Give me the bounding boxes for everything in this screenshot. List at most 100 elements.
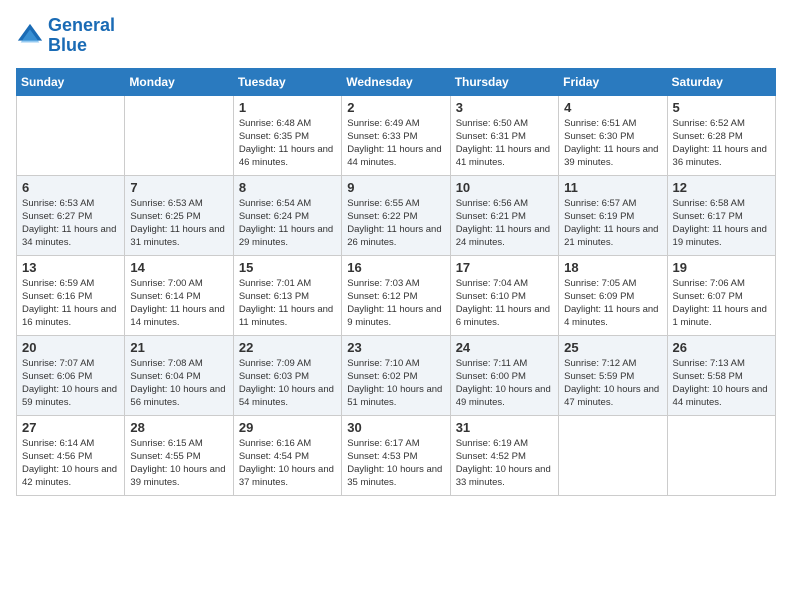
calendar-cell: 7Sunrise: 6:53 AM Sunset: 6:25 PM Daylig… <box>125 175 233 255</box>
calendar-cell <box>17 95 125 175</box>
day-number: 3 <box>456 100 553 115</box>
day-number: 27 <box>22 420 119 435</box>
day-info: Sunrise: 6:55 AM Sunset: 6:22 PM Dayligh… <box>347 197 444 250</box>
day-info: Sunrise: 7:08 AM Sunset: 6:04 PM Dayligh… <box>130 357 227 410</box>
calendar-week-row: 1 Sunrise: 6:48 AM Sunset: 6:35 PM Daylig… <box>17 95 776 175</box>
day-info: Sunrise: 6:53 AM Sunset: 6:27 PM Dayligh… <box>22 197 119 250</box>
calendar-cell: 21 Sunrise: 7:08 AM Sunset: 6:04 PM Dayli… <box>125 335 233 415</box>
day-number: 21 <box>130 340 227 355</box>
day-number: 29 <box>239 420 336 435</box>
calendar-cell: 5 Sunrise: 6:52 AM Sunset: 6:28 PM Daylig… <box>667 95 775 175</box>
weekday-header: Sunday <box>17 68 125 95</box>
calendar-cell: 30Sunrise: 6:17 AM Sunset: 4:53 PM Dayli… <box>342 415 450 495</box>
calendar-cell: 22 Sunrise: 7:09 AM Sunset: 6:03 PM Dayli… <box>233 335 341 415</box>
calendar-cell <box>667 415 775 495</box>
day-info: Sunrise: 7:00 AM Sunset: 6:14 PM Dayligh… <box>130 277 227 330</box>
calendar-cell: 27 Sunrise: 6:14 AM Sunset: 4:56 PM Dayli… <box>17 415 125 495</box>
day-number: 13 <box>22 260 119 275</box>
day-number: 23 <box>347 340 444 355</box>
day-number: 24 <box>456 340 553 355</box>
calendar-cell: 19 Sunrise: 7:06 AM Sunset: 6:07 PM Dayli… <box>667 255 775 335</box>
day-info: Sunrise: 7:10 AM Sunset: 6:02 PM Dayligh… <box>347 357 444 410</box>
calendar-cell: 29Sunrise: 6:16 AM Sunset: 4:54 PM Dayli… <box>233 415 341 495</box>
calendar-cell: 18 Sunrise: 7:05 AM Sunset: 6:09 PM Dayli… <box>559 255 667 335</box>
calendar-cell <box>559 415 667 495</box>
weekday-header: Monday <box>125 68 233 95</box>
day-number: 31 <box>456 420 553 435</box>
day-number: 1 <box>239 100 336 115</box>
day-number: 11 <box>564 180 661 195</box>
day-number: 7 <box>130 180 227 195</box>
day-number: 12 <box>673 180 770 195</box>
day-info: Sunrise: 6:15 AM Sunset: 4:55 PM Dayligh… <box>130 437 227 490</box>
calendar-cell <box>125 95 233 175</box>
calendar-cell: 20Sunrise: 7:07 AM Sunset: 6:06 PM Dayli… <box>17 335 125 415</box>
calendar-cell: 13 Sunrise: 6:59 AM Sunset: 6:16 PM Dayli… <box>17 255 125 335</box>
day-number: 22 <box>239 340 336 355</box>
day-number: 8 <box>239 180 336 195</box>
day-info: Sunrise: 6:14 AM Sunset: 4:56 PM Dayligh… <box>22 437 119 490</box>
logo-text: General Blue <box>48 16 115 56</box>
day-number: 19 <box>673 260 770 275</box>
calendar-week-row: 27 Sunrise: 6:14 AM Sunset: 4:56 PM Dayli… <box>17 415 776 495</box>
day-info: Sunrise: 6:19 AM Sunset: 4:52 PM Dayligh… <box>456 437 553 490</box>
day-number: 16 <box>347 260 444 275</box>
calendar-week-row: 6 Sunrise: 6:53 AM Sunset: 6:27 PM Daylig… <box>17 175 776 255</box>
day-number: 5 <box>673 100 770 115</box>
day-number: 18 <box>564 260 661 275</box>
day-number: 9 <box>347 180 444 195</box>
day-info: Sunrise: 7:05 AM Sunset: 6:09 PM Dayligh… <box>564 277 661 330</box>
calendar-cell: 4 Sunrise: 6:51 AM Sunset: 6:30 PM Daylig… <box>559 95 667 175</box>
calendar-week-row: 13 Sunrise: 6:59 AM Sunset: 6:16 PM Dayli… <box>17 255 776 335</box>
calendar-week-row: 20Sunrise: 7:07 AM Sunset: 6:06 PM Dayli… <box>17 335 776 415</box>
day-info: Sunrise: 7:04 AM Sunset: 6:10 PM Dayligh… <box>456 277 553 330</box>
calendar-cell: 28 Sunrise: 6:15 AM Sunset: 4:55 PM Dayli… <box>125 415 233 495</box>
day-info: Sunrise: 7:06 AM Sunset: 6:07 PM Dayligh… <box>673 277 770 330</box>
calendar-cell: 3Sunrise: 6:50 AM Sunset: 6:31 PM Daylig… <box>450 95 558 175</box>
calendar-table: SundayMondayTuesdayWednesdayThursdayFrid… <box>16 68 776 496</box>
weekday-header: Thursday <box>450 68 558 95</box>
day-info: Sunrise: 6:57 AM Sunset: 6:19 PM Dayligh… <box>564 197 661 250</box>
calendar-cell: 26 Sunrise: 7:13 AM Sunset: 5:58 PM Dayli… <box>667 335 775 415</box>
day-info: Sunrise: 6:49 AM Sunset: 6:33 PM Dayligh… <box>347 117 444 170</box>
calendar-cell: 6 Sunrise: 6:53 AM Sunset: 6:27 PM Daylig… <box>17 175 125 255</box>
calendar-cell: 17Sunrise: 7:04 AM Sunset: 6:10 PM Dayli… <box>450 255 558 335</box>
day-info: Sunrise: 7:09 AM Sunset: 6:03 PM Dayligh… <box>239 357 336 410</box>
day-number: 6 <box>22 180 119 195</box>
day-info: Sunrise: 6:48 AM Sunset: 6:35 PM Dayligh… <box>239 117 336 170</box>
calendar-cell: 25Sunrise: 7:12 AM Sunset: 5:59 PM Dayli… <box>559 335 667 415</box>
logo: General Blue <box>16 16 115 56</box>
day-number: 28 <box>130 420 227 435</box>
weekday-header: Saturday <box>667 68 775 95</box>
weekday-header-row: SundayMondayTuesdayWednesdayThursdayFrid… <box>17 68 776 95</box>
calendar-cell: 9 Sunrise: 6:55 AM Sunset: 6:22 PM Daylig… <box>342 175 450 255</box>
day-number: 14 <box>130 260 227 275</box>
day-info: Sunrise: 6:58 AM Sunset: 6:17 PM Dayligh… <box>673 197 770 250</box>
day-info: Sunrise: 6:51 AM Sunset: 6:30 PM Dayligh… <box>564 117 661 170</box>
calendar-cell: 16Sunrise: 7:03 AM Sunset: 6:12 PM Dayli… <box>342 255 450 335</box>
page-header: General Blue <box>16 16 776 56</box>
calendar-cell: 2Sunrise: 6:49 AM Sunset: 6:33 PM Daylig… <box>342 95 450 175</box>
logo-icon <box>16 22 44 50</box>
weekday-header: Friday <box>559 68 667 95</box>
day-number: 20 <box>22 340 119 355</box>
calendar-cell: 15 Sunrise: 7:01 AM Sunset: 6:13 PM Dayli… <box>233 255 341 335</box>
day-info: Sunrise: 6:54 AM Sunset: 6:24 PM Dayligh… <box>239 197 336 250</box>
calendar-cell: 12 Sunrise: 6:58 AM Sunset: 6:17 PM Dayli… <box>667 175 775 255</box>
day-number: 4 <box>564 100 661 115</box>
calendar-cell: 31 Sunrise: 6:19 AM Sunset: 4:52 PM Dayli… <box>450 415 558 495</box>
calendar-cell: 23 Sunrise: 7:10 AM Sunset: 6:02 PM Dayli… <box>342 335 450 415</box>
day-number: 30 <box>347 420 444 435</box>
day-number: 26 <box>673 340 770 355</box>
day-info: Sunrise: 6:52 AM Sunset: 6:28 PM Dayligh… <box>673 117 770 170</box>
day-number: 15 <box>239 260 336 275</box>
calendar-cell: 24 Sunrise: 7:11 AM Sunset: 6:00 PM Dayli… <box>450 335 558 415</box>
weekday-header: Tuesday <box>233 68 341 95</box>
day-info: Sunrise: 7:13 AM Sunset: 5:58 PM Dayligh… <box>673 357 770 410</box>
day-info: Sunrise: 7:11 AM Sunset: 6:00 PM Dayligh… <box>456 357 553 410</box>
calendar-cell: 10Sunrise: 6:56 AM Sunset: 6:21 PM Dayli… <box>450 175 558 255</box>
day-number: 25 <box>564 340 661 355</box>
day-info: Sunrise: 7:01 AM Sunset: 6:13 PM Dayligh… <box>239 277 336 330</box>
calendar-cell: 8 Sunrise: 6:54 AM Sunset: 6:24 PM Daylig… <box>233 175 341 255</box>
day-info: Sunrise: 6:59 AM Sunset: 6:16 PM Dayligh… <box>22 277 119 330</box>
